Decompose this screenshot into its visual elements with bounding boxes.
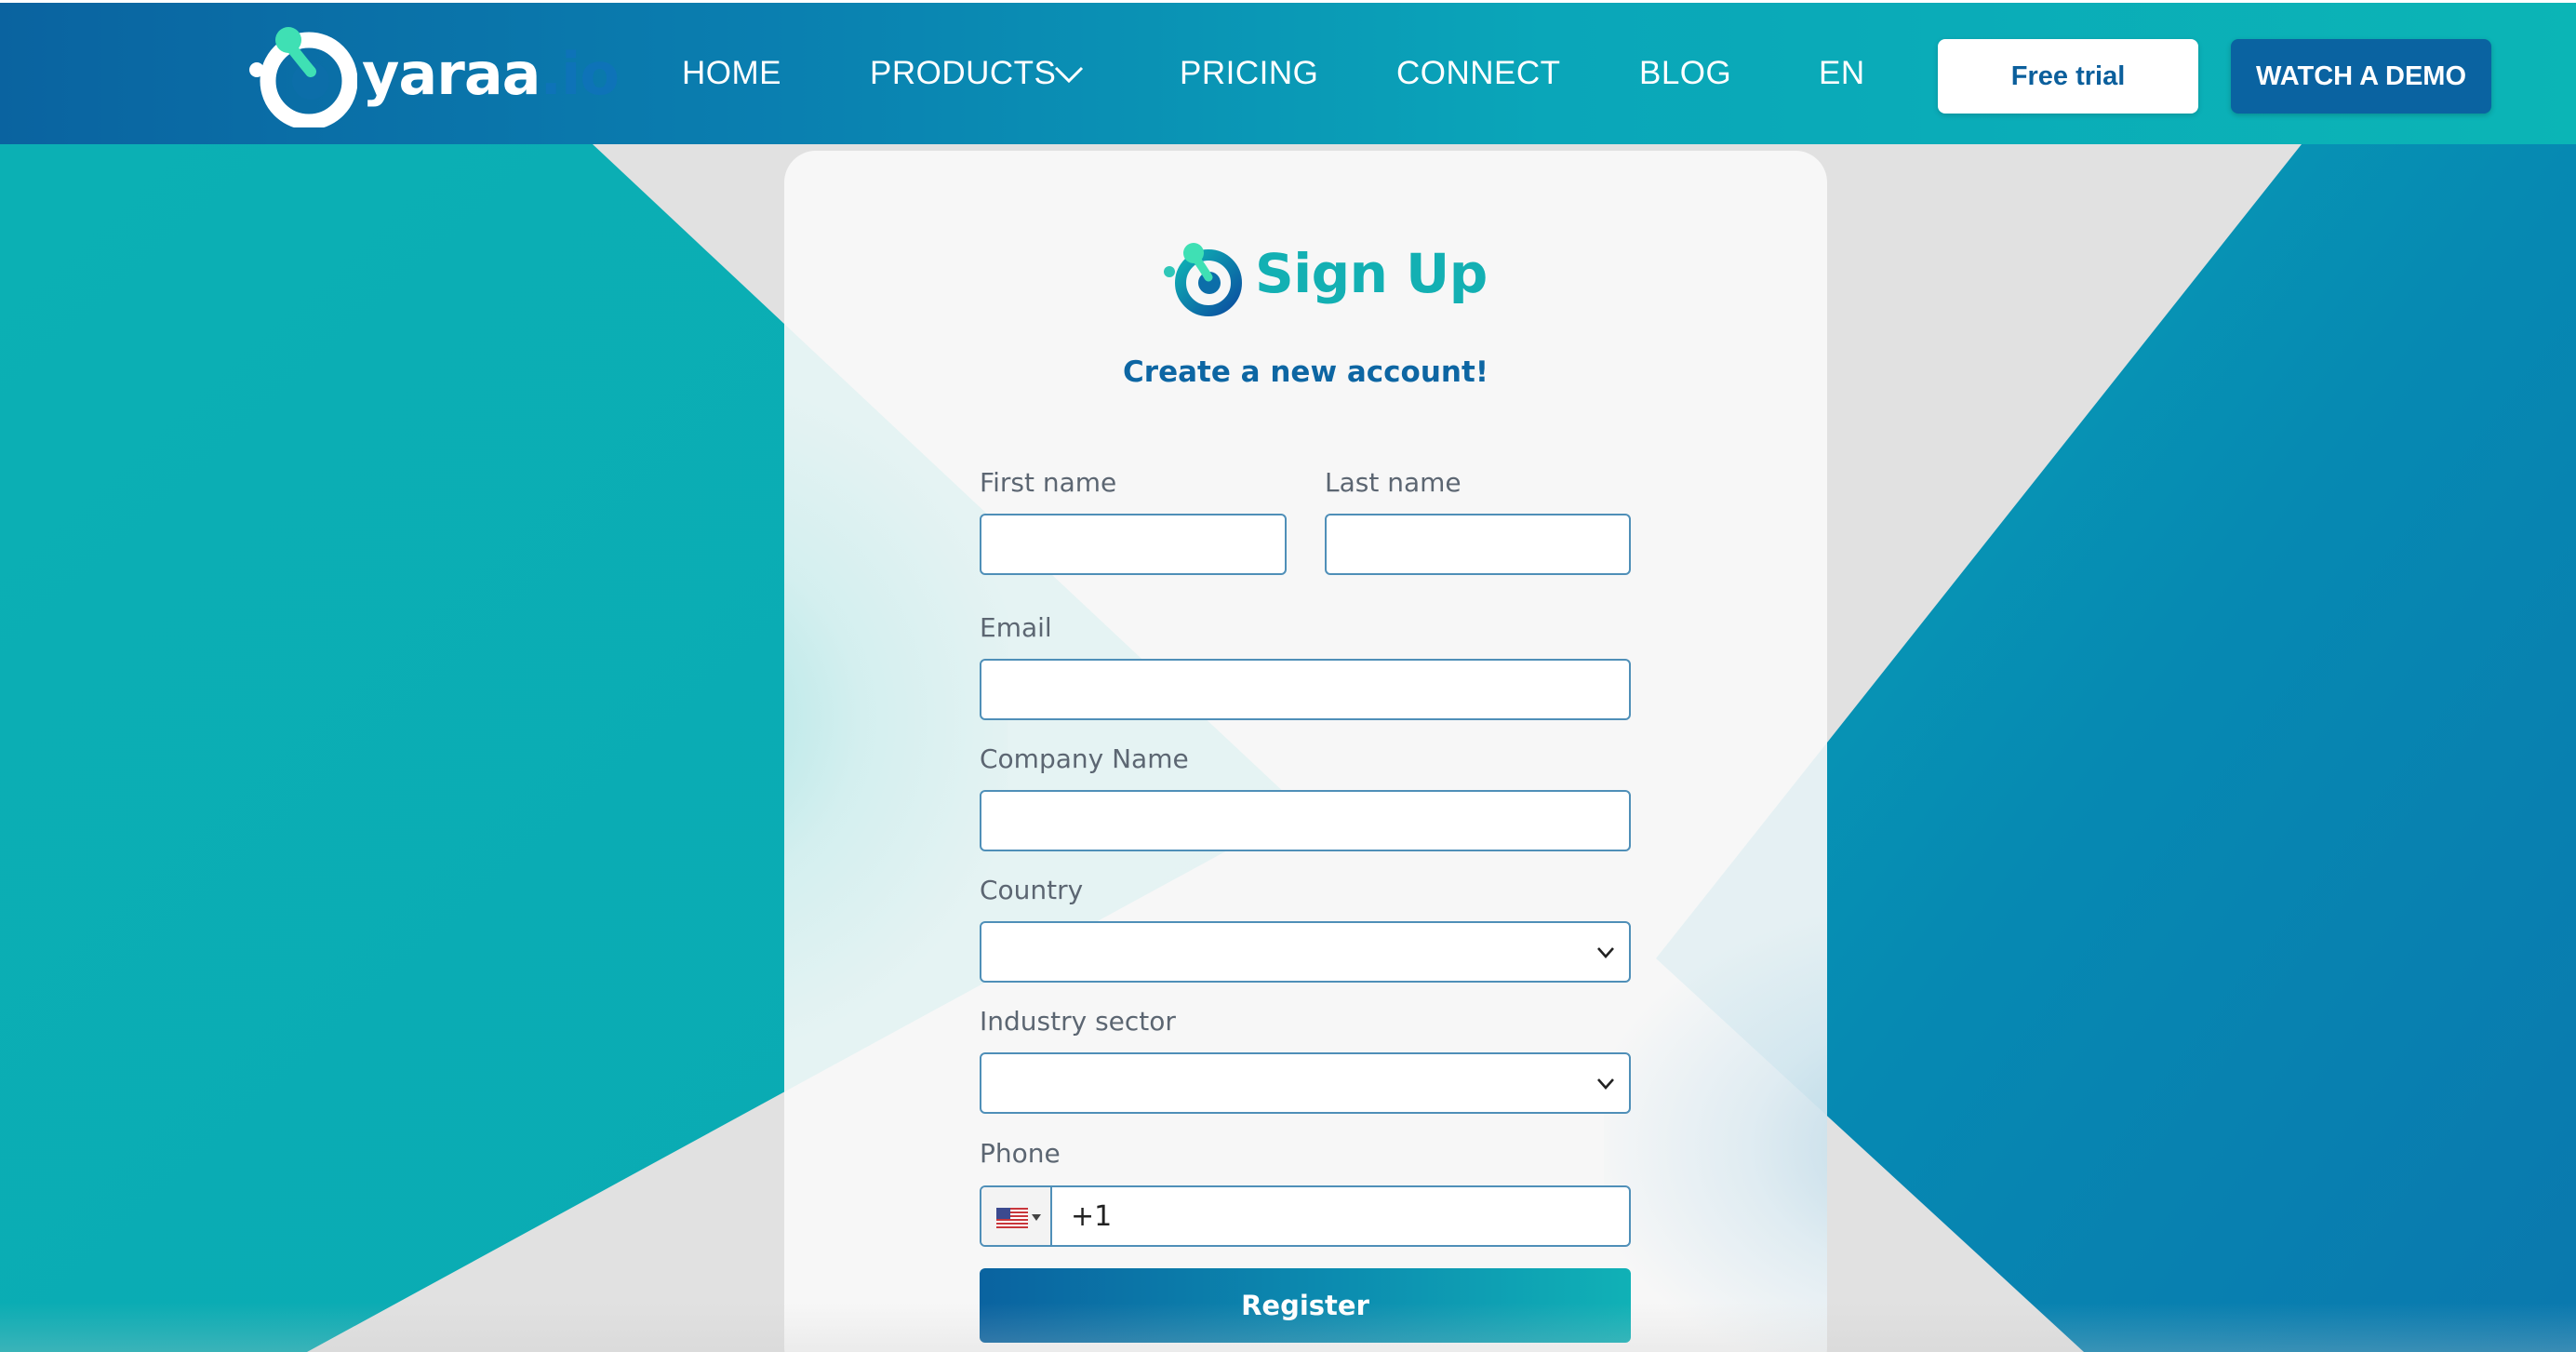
watch-demo-button[interactable]: WATCH A DEMO bbox=[2231, 39, 2491, 114]
phone-field: +1 bbox=[980, 1185, 1631, 1247]
last-name-input[interactable] bbox=[1325, 514, 1631, 575]
country-label: Country bbox=[980, 875, 1084, 905]
first-name-input[interactable] bbox=[980, 514, 1287, 575]
caret-down-icon bbox=[1032, 1214, 1041, 1221]
signup-subtitle: Create a new account! bbox=[1123, 355, 1488, 389]
nav-connect[interactable]: CONNECT bbox=[1396, 55, 1561, 92]
card-decor-left bbox=[784, 393, 1008, 1044]
register-button[interactable]: Register bbox=[980, 1268, 1631, 1343]
card-decor-right bbox=[1604, 914, 1827, 1352]
country-select[interactable] bbox=[980, 921, 1631, 983]
signup-title: Sign Up bbox=[1255, 242, 1488, 305]
yaraa-logo[interactable]: yaraa.io bbox=[246, 23, 620, 127]
company-name-input[interactable] bbox=[980, 790, 1631, 851]
company-name-label: Company Name bbox=[980, 743, 1189, 774]
industry-sector-label: Industry sector bbox=[980, 1006, 1176, 1037]
nav-pricing[interactable]: PRICING bbox=[1180, 55, 1318, 92]
email-label: Email bbox=[980, 612, 1052, 643]
country-code-dropdown[interactable] bbox=[981, 1187, 1052, 1245]
page: yaraa.io HOME PRODUCTS PRICING CONNECT B… bbox=[0, 0, 2576, 1352]
yaraa-brand-icon bbox=[1164, 243, 1242, 316]
signup-card: Sign Up Create a new account! First name… bbox=[784, 151, 1827, 1352]
nav-home[interactable]: HOME bbox=[682, 55, 781, 92]
chevron-down-icon[interactable] bbox=[1053, 64, 1085, 85]
signup-header: Sign Up bbox=[784, 234, 1827, 318]
phone-label: Phone bbox=[980, 1138, 1061, 1169]
nav-blog[interactable]: BLOG bbox=[1639, 55, 1731, 92]
us-flag-icon bbox=[996, 1208, 1028, 1228]
logo-wordmark: yaraa.io bbox=[362, 40, 620, 108]
nav-products[interactable]: PRODUCTS bbox=[870, 55, 1056, 92]
email-input[interactable] bbox=[980, 659, 1631, 720]
last-name-label: Last name bbox=[1325, 467, 1462, 498]
chevron-down-icon bbox=[1597, 947, 1614, 958]
nav-language[interactable]: EN bbox=[1819, 55, 1865, 92]
yaraa-logo-icon bbox=[249, 27, 357, 127]
first-name-label: First name bbox=[980, 467, 1117, 498]
industry-sector-select[interactable] bbox=[980, 1052, 1631, 1114]
chevron-down-icon bbox=[1597, 1078, 1614, 1090]
free-trial-button[interactable]: Free trial bbox=[1938, 39, 2198, 114]
phone-input[interactable]: +1 bbox=[1071, 1200, 1112, 1233]
site-header: yaraa.io HOME PRODUCTS PRICING CONNECT B… bbox=[0, 0, 2576, 144]
